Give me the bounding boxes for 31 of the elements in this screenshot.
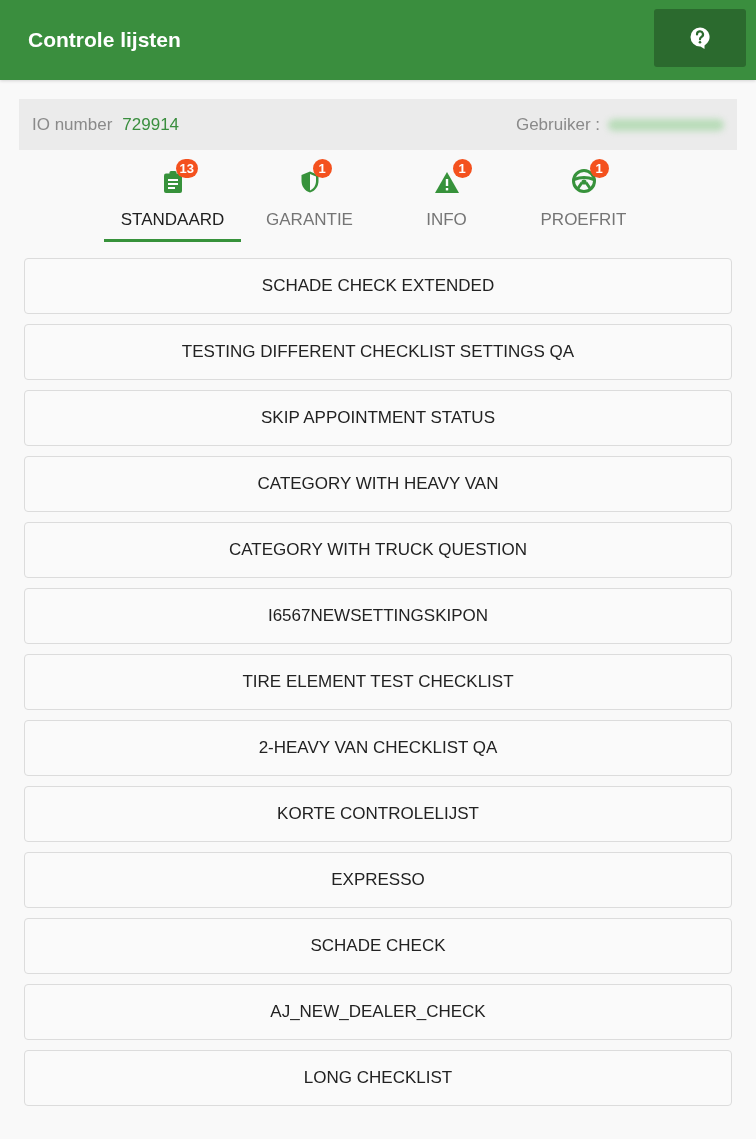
checklist-button[interactable]: LONG CHECKLIST: [24, 1050, 732, 1106]
checklist-button[interactable]: I6567NEWSETTINGSKIPON: [24, 588, 732, 644]
checklist-button[interactable]: EXPRESSO: [24, 852, 732, 908]
checklist-button[interactable]: SCHADE CHECK EXTENDED: [24, 258, 732, 314]
shield-icon: [300, 171, 319, 193]
checklist-button[interactable]: SCHADE CHECK: [24, 918, 732, 974]
checklist-button[interactable]: TIRE ELEMENT TEST CHECKLIST: [24, 654, 732, 710]
checklist-button[interactable]: TESTING DIFFERENT CHECKLIST SETTINGS QA: [24, 324, 732, 380]
count-badge: 1: [589, 159, 609, 178]
checklist-button[interactable]: CATEGORY WITH HEAVY VAN: [24, 456, 732, 512]
count-badge: 1: [312, 159, 332, 178]
checklist-button[interactable]: CATEGORY WITH TRUCK QUESTION: [24, 522, 732, 578]
checklist-button[interactable]: KORTE CONTROLELIJST: [24, 786, 732, 842]
warning-icon: [434, 172, 459, 193]
help-button[interactable]: [654, 9, 746, 67]
screen-title: Controle lijsten: [28, 27, 181, 53]
checklist-button[interactable]: SKIP APPOINTMENT STATUS: [24, 390, 732, 446]
io-number-value: 729914: [122, 114, 180, 135]
count-badge: 13: [175, 159, 198, 178]
category-tab[interactable]: 1 GARANTIE: [241, 150, 378, 242]
io-number-label: IO number: [32, 114, 113, 135]
category-tab[interactable]: 1 PROEFRIT: [515, 150, 652, 242]
checklist-button[interactable]: 2-HEAVY VAN CHECKLIST QA: [24, 720, 732, 776]
steering-wheel-icon: [571, 169, 596, 193]
checklist-button[interactable]: AJ_NEW_DEALER_CHECK: [24, 984, 732, 1040]
user-label: Gebruiker :: [515, 114, 600, 135]
help-bubble-icon: [690, 27, 710, 49]
category-tab[interactable]: 13 STANDAARD: [104, 150, 241, 242]
clipboard-icon: [163, 171, 182, 193]
count-badge: 1: [452, 159, 472, 178]
category-tab[interactable]: 1 INFO: [378, 150, 515, 242]
